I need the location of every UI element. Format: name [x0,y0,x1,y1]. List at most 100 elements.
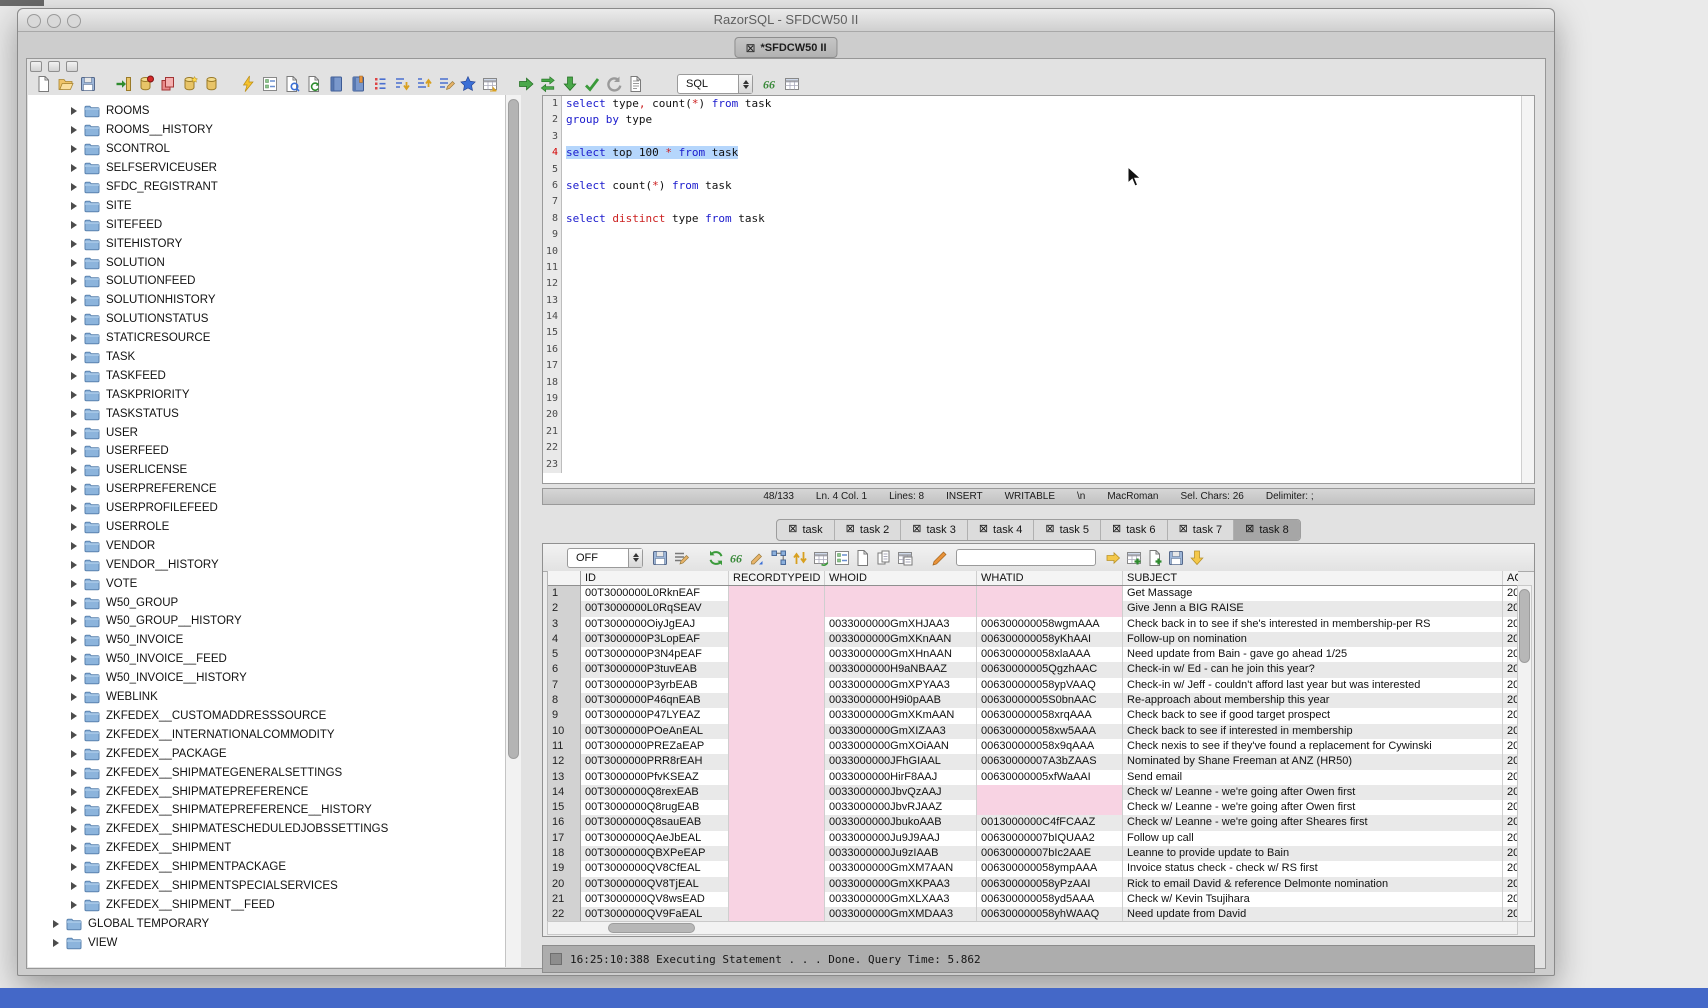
table-row[interactable]: 900T3000000P47LYEAZ0033000000GmXKmAAN006… [548,708,1518,723]
results-search-input[interactable] [956,549,1096,566]
disclosure-triangle-icon[interactable] [71,901,77,909]
disclosure-triangle-icon[interactable] [71,145,77,153]
table-cell[interactable]: 200 [1503,678,1518,693]
table-row[interactable]: 1500T3000000Q8rugEAB0033000000JbvRJAAZCh… [548,800,1518,815]
fetch-arrow-down-icon[interactable] [559,74,581,94]
document-tab[interactable]: ⊠ *SFDCW50 II [734,37,837,58]
table-cell[interactable]: 00T3000000PRR8rEAH [581,754,729,769]
disclosure-triangle-icon[interactable] [71,221,77,229]
table-cell[interactable]: 006300000058xrqAAA [977,708,1123,723]
sql-editor[interactable]: 1select type, count(*) from task2group b… [542,95,1535,484]
table-cell[interactable]: 0033000000GmXKPAA3 [825,877,977,892]
new-item-gold-icon[interactable] [179,74,201,94]
tree-item-zkfedex-package[interactable]: ZKFEDEX__PACKAGE [28,744,505,763]
table-cell[interactable]: 00T3000000PfvKSEAZ [581,770,729,785]
tree-scrollbar-thumb[interactable] [508,99,519,759]
add-table-icon[interactable] [1123,548,1144,568]
table-cell[interactable]: 200 [1503,831,1518,846]
disconnect-database-icon[interactable] [135,74,157,94]
highlight-pen-icon[interactable] [929,548,950,568]
table-cell[interactable] [977,800,1123,815]
table-cell[interactable]: 006300000058yPzAAI [977,877,1123,892]
new-page-icon[interactable] [852,548,873,568]
table-describe-icon[interactable] [259,74,281,94]
editor-line[interactable]: 22 [543,440,1534,456]
table-cell[interactable] [729,601,825,616]
disclosure-triangle-icon[interactable] [71,410,77,418]
column-header-whatid[interactable]: WHATID [977,571,1123,585]
tree-item-vote[interactable]: VOTE [28,574,505,593]
disclosure-triangle-icon[interactable] [71,107,77,115]
table-cell[interactable]: 200 [1503,846,1518,861]
table-cell[interactable]: 00630000007bIQUAA2 [977,831,1123,846]
table-row[interactable]: 1300T3000000PfvKSEAZ0033000000HirF8AAJ00… [548,770,1518,785]
table-cell[interactable] [729,662,825,677]
export-table-icon[interactable] [479,74,501,94]
result-tab-task[interactable]: ⊠task [777,520,833,540]
tree-item-task[interactable]: TASK [28,348,505,367]
table-cell[interactable]: 200 [1503,662,1518,677]
tree-scrollbar[interactable] [505,95,521,967]
table-cell[interactable]: 200 [1503,586,1518,601]
table-cell[interactable]: 006300000058xlaAAA [977,647,1123,662]
commit-check-icon[interactable] [581,74,603,94]
refresh-table-icon[interactable] [810,548,831,568]
disclosure-triangle-icon[interactable] [71,183,77,191]
editor-line[interactable]: 8select distinct type from task [543,211,1534,227]
table-cell[interactable]: 0033000000GmXLXAA3 [825,892,977,907]
disclosure-triangle-icon[interactable] [71,466,77,474]
tree-item-taskpriority[interactable]: TASKPRIORITY [28,385,505,404]
table-cell[interactable]: Check back in to see if she's interested… [1123,617,1503,632]
table-cell[interactable]: 200 [1503,907,1518,922]
table-cell[interactable] [729,861,825,876]
disclosure-triangle-icon[interactable] [71,731,77,739]
disclosure-triangle-icon[interactable] [71,126,77,134]
table-cell[interactable]: 200 [1503,754,1518,769]
tree-item-w50-group-history[interactable]: W50_GROUP__HISTORY [28,612,505,631]
disclosure-triangle-icon[interactable] [71,504,77,512]
column-header-recordtypeid[interactable]: RECORDTYPEID [729,571,825,585]
table-cell[interactable]: 200 [1503,892,1518,907]
execute-statement-arrow-icon[interactable] [515,74,537,94]
results-vertical-scrollbar[interactable] [1517,585,1532,922]
disclosure-triangle-icon[interactable] [71,542,77,550]
table-cell[interactable] [729,724,825,739]
table-cell[interactable]: 0033000000Ju9zIAAB [825,846,977,861]
table-cell[interactable]: Check w/ Kevin Tsujihara [1123,892,1503,907]
table-cell[interactable]: 200 [1503,647,1518,662]
tree-item-w50-invoice-history[interactable]: W50_INVOICE__HISTORY [28,669,505,688]
editor-line[interactable]: 13 [543,293,1534,309]
table-cell[interactable] [729,647,825,662]
results-hscroll-thumb[interactable] [608,923,695,933]
table-cell[interactable]: 200 [1503,770,1518,785]
table-cell[interactable]: Need update from Bain - gave go ahead 1/… [1123,647,1503,662]
tree-item-userpreference[interactable]: USERPREFERENCE [28,480,505,499]
table-row[interactable]: 100T3000000L0RknEAFGet Massage200 [548,586,1518,601]
table-cell[interactable]: Send email [1123,770,1503,785]
editor-line[interactable]: 1select type, count(*) from task [543,96,1534,112]
table-cell[interactable]: 00T3000000Q8sauEAB [581,815,729,830]
column-header-id[interactable]: ID [581,571,729,585]
table-cell[interactable] [729,800,825,815]
table-cell[interactable]: 200 [1503,800,1518,815]
table-cell[interactable]: Invoice status check - check w/ RS first [1123,861,1503,876]
table-cell[interactable]: Check w/ Leanne - we're going after Owen… [1123,800,1503,815]
tree-item-userrole[interactable]: USERROLE [28,518,505,537]
editor-line[interactable]: 17 [543,358,1534,374]
table-cell[interactable]: Follow-up on nomination [1123,632,1503,647]
disclosure-triangle-icon[interactable] [53,939,59,947]
open-file-icon[interactable] [55,74,77,94]
table-cell[interactable]: Get Massage [1123,586,1503,601]
disclosure-triangle-icon[interactable] [71,788,77,796]
table-cell[interactable]: Check nexis to see if they've found a re… [1123,739,1503,754]
column-header-whoid[interactable]: WHOID [825,571,977,585]
table-cell[interactable]: 200 [1503,877,1518,892]
table-row[interactable]: 200T3000000L0RqSEAVGive Jenn a BIG RAISE… [548,601,1518,616]
tree-item-vendor[interactable]: VENDOR [28,536,505,555]
view-log-document-icon[interactable] [625,74,647,94]
tree-item-solutionhistory[interactable]: SOLUTIONHISTORY [28,291,505,310]
table-cell[interactable]: 00T3000000P47LYEAZ [581,708,729,723]
save-floppy-icon[interactable] [1165,548,1186,568]
tab-close-icon[interactable]: ⊠ [788,524,797,535]
table-row[interactable]: 2100T3000000QV8wsEAD0033000000GmXLXAA300… [548,892,1518,907]
